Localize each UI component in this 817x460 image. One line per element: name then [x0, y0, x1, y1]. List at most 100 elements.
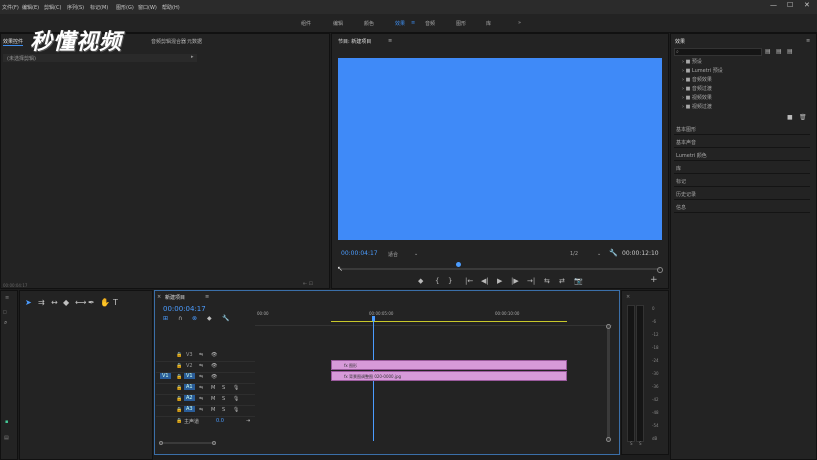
- solo-button[interactable]: S: [222, 385, 225, 391]
- menu-file[interactable]: 文件(F): [2, 4, 19, 11]
- effects-folder-video-effects[interactable]: › ■ 视频效果: [682, 94, 712, 101]
- track-lock-icon[interactable]: 🔒: [176, 396, 182, 402]
- hand-tool-icon[interactable]: ✋: [100, 298, 110, 307]
- add-marker-icon[interactable]: ◆: [207, 315, 212, 322]
- fit-dropdown[interactable]: 适合: [388, 251, 398, 258]
- step-back-button[interactable]: ◀|: [481, 277, 489, 285]
- yuv-effects-icon[interactable]: ▤: [787, 48, 793, 55]
- microphone-icon[interactable]: 🎙: [233, 396, 239, 402]
- track-lock-icon[interactable]: 🔒: [176, 374, 182, 380]
- delete-icon[interactable]: 🗑: [799, 114, 807, 121]
- workspace-assembly[interactable]: 组件: [301, 20, 311, 27]
- maximize-button[interactable]: ☐: [787, 1, 793, 9]
- export-frame-button[interactable]: 📷: [574, 277, 583, 285]
- meter-solo-left[interactable]: S: [630, 441, 633, 446]
- eye-icon[interactable]: 👁: [211, 352, 217, 358]
- workspace-libraries[interactable]: 库: [486, 20, 491, 27]
- vertical-scroll-handle-top[interactable]: [606, 324, 611, 329]
- ripple-edit-tool-icon[interactable]: ↔: [51, 298, 58, 307]
- type-tool-icon[interactable]: T: [113, 298, 118, 307]
- section-info[interactable]: 信息: [674, 201, 810, 213]
- track-lock-icon[interactable]: 🔒: [176, 407, 182, 413]
- program-current-time[interactable]: 00:00:04:17: [341, 250, 378, 257]
- timeline-clip-graphic[interactable]: fx 图形: [331, 360, 567, 370]
- menu-help[interactable]: 帮助(H): [162, 4, 180, 11]
- program-playhead[interactable]: [456, 262, 461, 267]
- solo-button[interactable]: S: [222, 407, 225, 413]
- section-libraries[interactable]: 库: [674, 162, 810, 174]
- mute-button[interactable]: M: [211, 407, 215, 413]
- track-sync-icon[interactable]: ⇋: [199, 385, 203, 391]
- timeline-ruler[interactable]: [255, 305, 612, 326]
- workspace-menu-icon[interactable]: ≡: [411, 20, 415, 26]
- add-marker-button[interactable]: ◆: [418, 277, 423, 285]
- project-list-icon[interactable]: ▤: [4, 435, 9, 441]
- track-label[interactable]: A1: [184, 384, 195, 390]
- effects-title[interactable]: 效果: [675, 38, 685, 45]
- eye-icon[interactable]: 👁: [211, 374, 217, 380]
- track-label[interactable]: A2: [184, 395, 195, 401]
- master-volume-value[interactable]: 0.0: [216, 418, 224, 424]
- fit-chevron-down-icon[interactable]: ⌄: [414, 251, 418, 257]
- track-sync-icon[interactable]: ⇋: [199, 374, 203, 380]
- timeline-vertical-scrollbar[interactable]: [607, 324, 610, 442]
- mute-button[interactable]: M: [211, 385, 215, 391]
- 32bit-effects-icon[interactable]: ▤: [776, 48, 782, 55]
- track-label[interactable]: V1: [184, 373, 195, 379]
- menu-graphics[interactable]: 图形(G): [116, 4, 134, 11]
- workspace-color[interactable]: 颜色: [364, 20, 374, 27]
- track-select-tool-icon[interactable]: ⇉: [38, 298, 45, 307]
- tab-effect-controls[interactable]: 效果控件: [3, 38, 24, 46]
- panel-nav-icons[interactable]: ⇤ ⊡: [303, 281, 313, 287]
- section-essential-sound[interactable]: 基本声音: [674, 136, 810, 148]
- menu-sequence[interactable]: 序列(S): [67, 4, 84, 11]
- mute-button[interactable]: M: [211, 396, 215, 402]
- razor-tool-icon[interactable]: ◆: [63, 298, 69, 307]
- track-sync-icon[interactable]: ⇋: [199, 363, 203, 369]
- eye-icon[interactable]: 👁: [211, 363, 217, 369]
- pen-tool-icon[interactable]: ✒: [88, 298, 95, 307]
- vertical-scroll-handle-bottom[interactable]: [606, 437, 611, 442]
- microphone-icon[interactable]: 🎙: [233, 407, 239, 413]
- minimize-button[interactable]: —: [770, 1, 777, 9]
- mark-out-button[interactable]: }: [448, 277, 452, 285]
- tab-metadata[interactable]: 元数据: [187, 38, 202, 45]
- timeline-title[interactable]: 新建项目: [165, 294, 185, 301]
- program-menu-icon[interactable]: ≡: [388, 38, 392, 44]
- lift-button[interactable]: ⇆: [544, 277, 550, 285]
- menu-marker[interactable]: 标记(M): [90, 4, 108, 11]
- workspace-graphics[interactable]: 图形: [456, 20, 466, 27]
- menu-window[interactable]: 窗口(W): [138, 4, 157, 11]
- meter-solo-right[interactable]: S: [639, 441, 642, 446]
- resolution-dropdown[interactable]: 1/2: [570, 251, 578, 257]
- section-markers[interactable]: 标记: [674, 175, 810, 187]
- effects-menu-icon[interactable]: ≡: [806, 38, 810, 44]
- meter-close-icon[interactable]: ×: [626, 294, 630, 300]
- microphone-icon[interactable]: 🎙: [233, 385, 239, 391]
- section-lumetri-color[interactable]: Lumetri 颜色: [674, 149, 810, 161]
- workspace-effects[interactable]: 效果: [395, 20, 405, 27]
- timeline-menu-icon[interactable]: ≡: [205, 294, 209, 300]
- go-to-in-button[interactable]: |←: [465, 277, 473, 285]
- selection-tool-icon[interactable]: ➤: [25, 298, 32, 307]
- track-sync-icon[interactable]: ⇋: [199, 407, 203, 413]
- project-panel-tab-icon[interactable]: □: [3, 309, 7, 314]
- source-patch-v1[interactable]: V1: [160, 373, 171, 379]
- tab-audio-clip-mixer[interactable]: 音频剪辑混合器: [151, 38, 186, 45]
- effects-folder-lumetri-presets[interactable]: › ■ Lumetri 预设: [682, 67, 723, 74]
- horizontal-scroll-handle-left[interactable]: [159, 441, 163, 445]
- program-scrubber[interactable]: [340, 268, 660, 270]
- go-to-end-icon[interactable]: ⇥: [246, 418, 250, 424]
- add-button[interactable]: +: [650, 275, 658, 285]
- timeline-horizontal-scrollbar[interactable]: [160, 442, 215, 444]
- effects-folder-video-transitions[interactable]: › ■ 视频过渡: [682, 103, 712, 110]
- timeline-current-time[interactable]: 00:00:04:17: [163, 305, 206, 313]
- menu-edit[interactable]: 编辑(E): [22, 4, 39, 11]
- nest-toggle-icon[interactable]: ⊞: [163, 315, 168, 322]
- mark-in-button[interactable]: {: [435, 277, 439, 285]
- effects-search-input[interactable]: ⌕: [674, 48, 762, 56]
- program-title[interactable]: 节目: 新建项目: [338, 38, 371, 45]
- section-history[interactable]: 历史记录: [674, 188, 810, 200]
- track-label[interactable]: A3: [184, 406, 195, 412]
- snap-icon[interactable]: ∩: [178, 315, 182, 322]
